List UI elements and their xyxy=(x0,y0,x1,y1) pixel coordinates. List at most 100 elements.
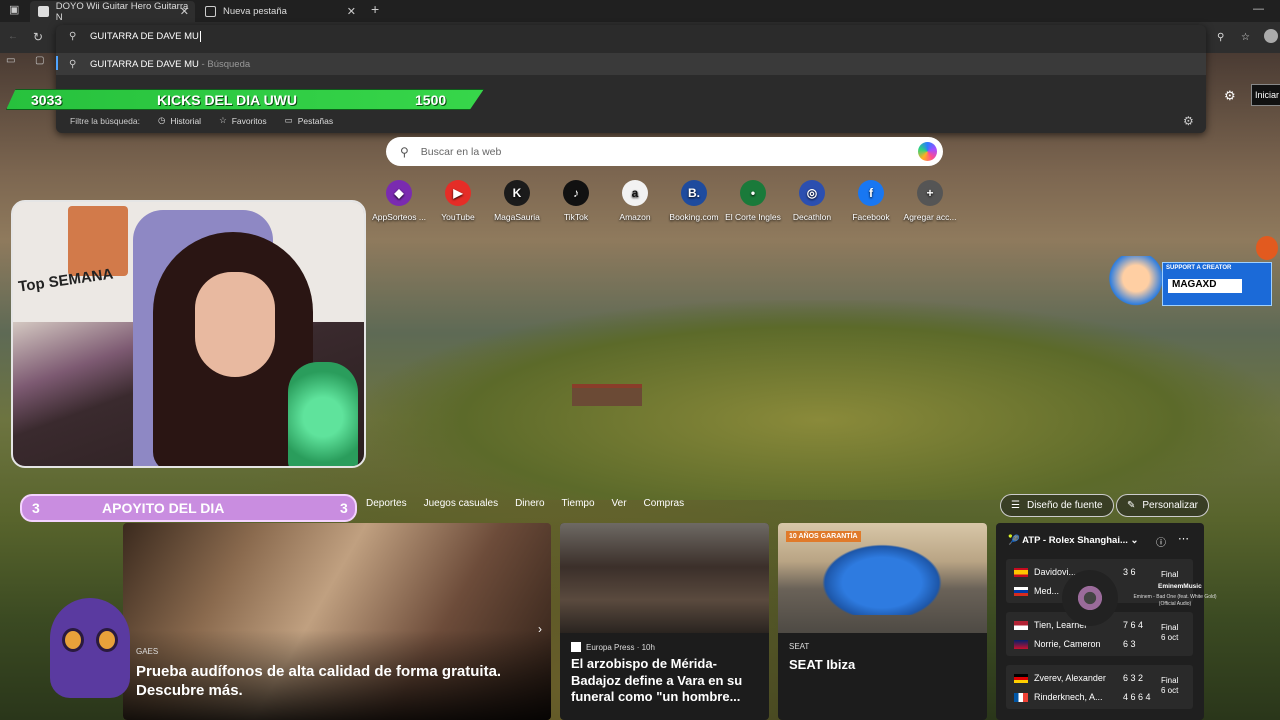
nav-tiempo[interactable]: Tiempo xyxy=(562,498,595,509)
elcorteingles-icon: • xyxy=(740,180,766,206)
filter-tabs[interactable]: ▭ Pestañas xyxy=(285,115,333,126)
extensions-icon[interactable]: ⚲ xyxy=(1217,32,1224,43)
cat-eye-left xyxy=(62,628,84,652)
shortcut-label: Facebook xyxy=(852,212,890,222)
creator-avatar xyxy=(1108,256,1164,312)
vinyl-disc-icon xyxy=(1062,570,1118,626)
sign-in-button[interactable]: Iniciar xyxy=(1251,84,1280,106)
sports-header[interactable]: 🎾 ATP - Rolex Shanghai... ⌄ xyxy=(1008,535,1138,546)
nav-ver[interactable]: Ver xyxy=(612,498,627,509)
shortcut-appsorteos[interactable]: ◆ AppSorteos ... xyxy=(366,180,432,222)
nav-dinero[interactable]: Dinero xyxy=(515,498,544,509)
now-playing-track: Eminem - Bad One (feat. White Gold) (Off… xyxy=(1133,594,1217,607)
page-settings-gear-icon[interactable]: ⚙ xyxy=(1224,88,1236,104)
shortcut-facebook[interactable]: f Facebook xyxy=(838,180,904,222)
shortcut-kick[interactable]: K MagaSauria xyxy=(484,180,550,222)
shortcut-elcorteingles[interactable]: • El Corte Ingles xyxy=(720,180,786,222)
streamer-webcam: Top SEMANA xyxy=(11,200,366,468)
nav-compras[interactable]: Compras xyxy=(644,498,685,509)
refresh-icon[interactable]: ↻ xyxy=(33,30,43,44)
support-creator-overlay: SUPPORT A CREATOR MAGAXD xyxy=(1108,256,1272,312)
creator-code: MAGAXD xyxy=(1168,279,1242,293)
filter-history[interactable]: ◷ Historial xyxy=(158,115,201,126)
tomato-icon xyxy=(1256,236,1278,260)
card-image xyxy=(560,523,769,633)
back-arrow-icon[interactable]: ← xyxy=(8,31,18,42)
shortcut-youtube[interactable]: ▶ YouTube xyxy=(425,180,491,222)
tab-doyo[interactable]: DOYO Wii Guitar Hero Guitarra N ✕ xyxy=(30,0,195,23)
sliders-icon: ☰ xyxy=(1011,500,1020,511)
kicks-count-right: 1500 xyxy=(415,92,447,108)
flag-icon xyxy=(1014,567,1028,577)
personalize-button[interactable]: ✎ Personalizar xyxy=(1116,494,1209,517)
tab-actions-icon[interactable]: ▣ xyxy=(9,3,19,16)
news-card-ad[interactable]: GAES Prueba audífonos de alta calidad de… xyxy=(123,523,551,720)
profile-avatar[interactable] xyxy=(1264,29,1278,43)
shortcut-label: Amazon xyxy=(619,212,651,222)
newtab-favicon-icon xyxy=(205,6,216,17)
star-icon: ☆ xyxy=(219,115,227,125)
shortcut-booking[interactable]: B. Booking.com xyxy=(661,180,727,222)
shortcut-decathlon[interactable]: ◎ Decathlon xyxy=(779,180,845,222)
search-icon: ⚲ xyxy=(69,59,77,70)
news-category-nav: Deportes Juegos casuales Dinero Tiempo V… xyxy=(366,498,684,509)
player-1: Zverev, Alexander xyxy=(1034,673,1106,683)
flag-icon xyxy=(1014,692,1028,702)
minimize-icon[interactable]: — xyxy=(1253,3,1264,15)
shortcut-label: AppSorteos ... xyxy=(372,212,426,222)
nav-juegos[interactable]: Juegos casuales xyxy=(424,498,499,509)
nav-deportes[interactable]: Deportes xyxy=(366,498,407,509)
kicks-count-left: 3033 xyxy=(31,92,63,108)
flag-icon xyxy=(1014,639,1028,649)
apoyito-overlay-bar: 3 APOYITO DEL DIA 3 xyxy=(20,494,357,522)
new-tab-plus-icon[interactable]: + xyxy=(371,1,379,17)
match-status: Final 6 oct xyxy=(1161,623,1179,642)
amazon-icon: a xyxy=(622,180,648,206)
cat-body xyxy=(50,598,130,698)
carousel-next-icon[interactable]: › xyxy=(538,622,542,636)
tab-new[interactable]: Nueva pestaña ✕ xyxy=(197,1,362,22)
shortcut-amazon[interactable]: a Amazon xyxy=(602,180,668,222)
collections-icon[interactable]: ▢ xyxy=(35,55,44,66)
shortcut-label: El Corte Ingles xyxy=(725,212,781,222)
filter-favorites[interactable]: ☆ Favoritos xyxy=(219,115,267,126)
news-card-arzobispo[interactable]: Europa Press · 10h El arzobispo de Mérid… xyxy=(560,523,769,720)
shortcut-label: MagaSauria xyxy=(494,212,540,222)
player-2: Rinderknech, A... xyxy=(1034,692,1103,702)
match-row[interactable]: Zverev, Alexander 6 3 2 Rinderknech, A..… xyxy=(1006,665,1193,709)
cat-eye-right xyxy=(96,628,118,652)
support-label: SUPPORT A CREATOR xyxy=(1166,265,1232,271)
appsorteos-icon: ◆ xyxy=(386,180,412,206)
address-input[interactable]: GUITARRA DE DAVE MU xyxy=(90,31,201,42)
tiktok-icon: ♪ xyxy=(563,180,589,206)
shortcut-label: TikTok xyxy=(563,212,589,222)
close-tab-icon[interactable]: ✕ xyxy=(347,5,356,18)
booking-icon: B. xyxy=(681,180,707,206)
facebook-icon: f xyxy=(858,180,884,206)
font-design-button[interactable]: ☰ Diseño de fuente xyxy=(1000,494,1114,517)
search-icon: ⚲ xyxy=(400,144,409,159)
web-search-box[interactable]: ⚲ Buscar en la web xyxy=(386,137,943,166)
shortcut-plus[interactable]: + Agregar acc... xyxy=(897,180,963,222)
shortcut-tiktok[interactable]: ♪ TikTok xyxy=(543,180,609,222)
favorites-star-icon[interactable]: ☆ xyxy=(1241,32,1250,43)
kicks-overlay-bar: 3033 KICKS DEL DIA UWU 1500 xyxy=(6,89,484,110)
copilot-icon[interactable] xyxy=(918,142,937,161)
more-icon[interactable]: ⋯ xyxy=(1178,532,1189,545)
green-lamp xyxy=(288,362,358,466)
suggestion-text[interactable]: GUITARRA DE DAVE MU - Búsqueda xyxy=(90,59,250,70)
apoyito-count-right: 3 xyxy=(340,500,348,516)
tabs-icon: ▭ xyxy=(284,115,293,125)
kick-icon: K xyxy=(504,180,530,206)
webcam-poster xyxy=(68,206,128,276)
sidebar-toggle-icon[interactable]: ▭ xyxy=(6,55,15,66)
close-tab-icon[interactable]: ✕ xyxy=(180,5,189,18)
now-playing-overlay: EminemMusic Eminem - Bad One (feat. Whit… xyxy=(1062,568,1218,626)
settings-gear-icon[interactable]: ⚙ xyxy=(1183,114,1194,128)
tab-label: DOYO Wii Guitar Hero Guitarra N xyxy=(55,0,189,23)
card-source: GAES xyxy=(136,647,159,656)
filter-label: Filtre la búsqueda: xyxy=(70,115,140,126)
plus-icon: + xyxy=(917,180,943,206)
info-icon[interactable]: ⓘ xyxy=(1156,534,1166,549)
player-2: Med... xyxy=(1034,586,1060,596)
